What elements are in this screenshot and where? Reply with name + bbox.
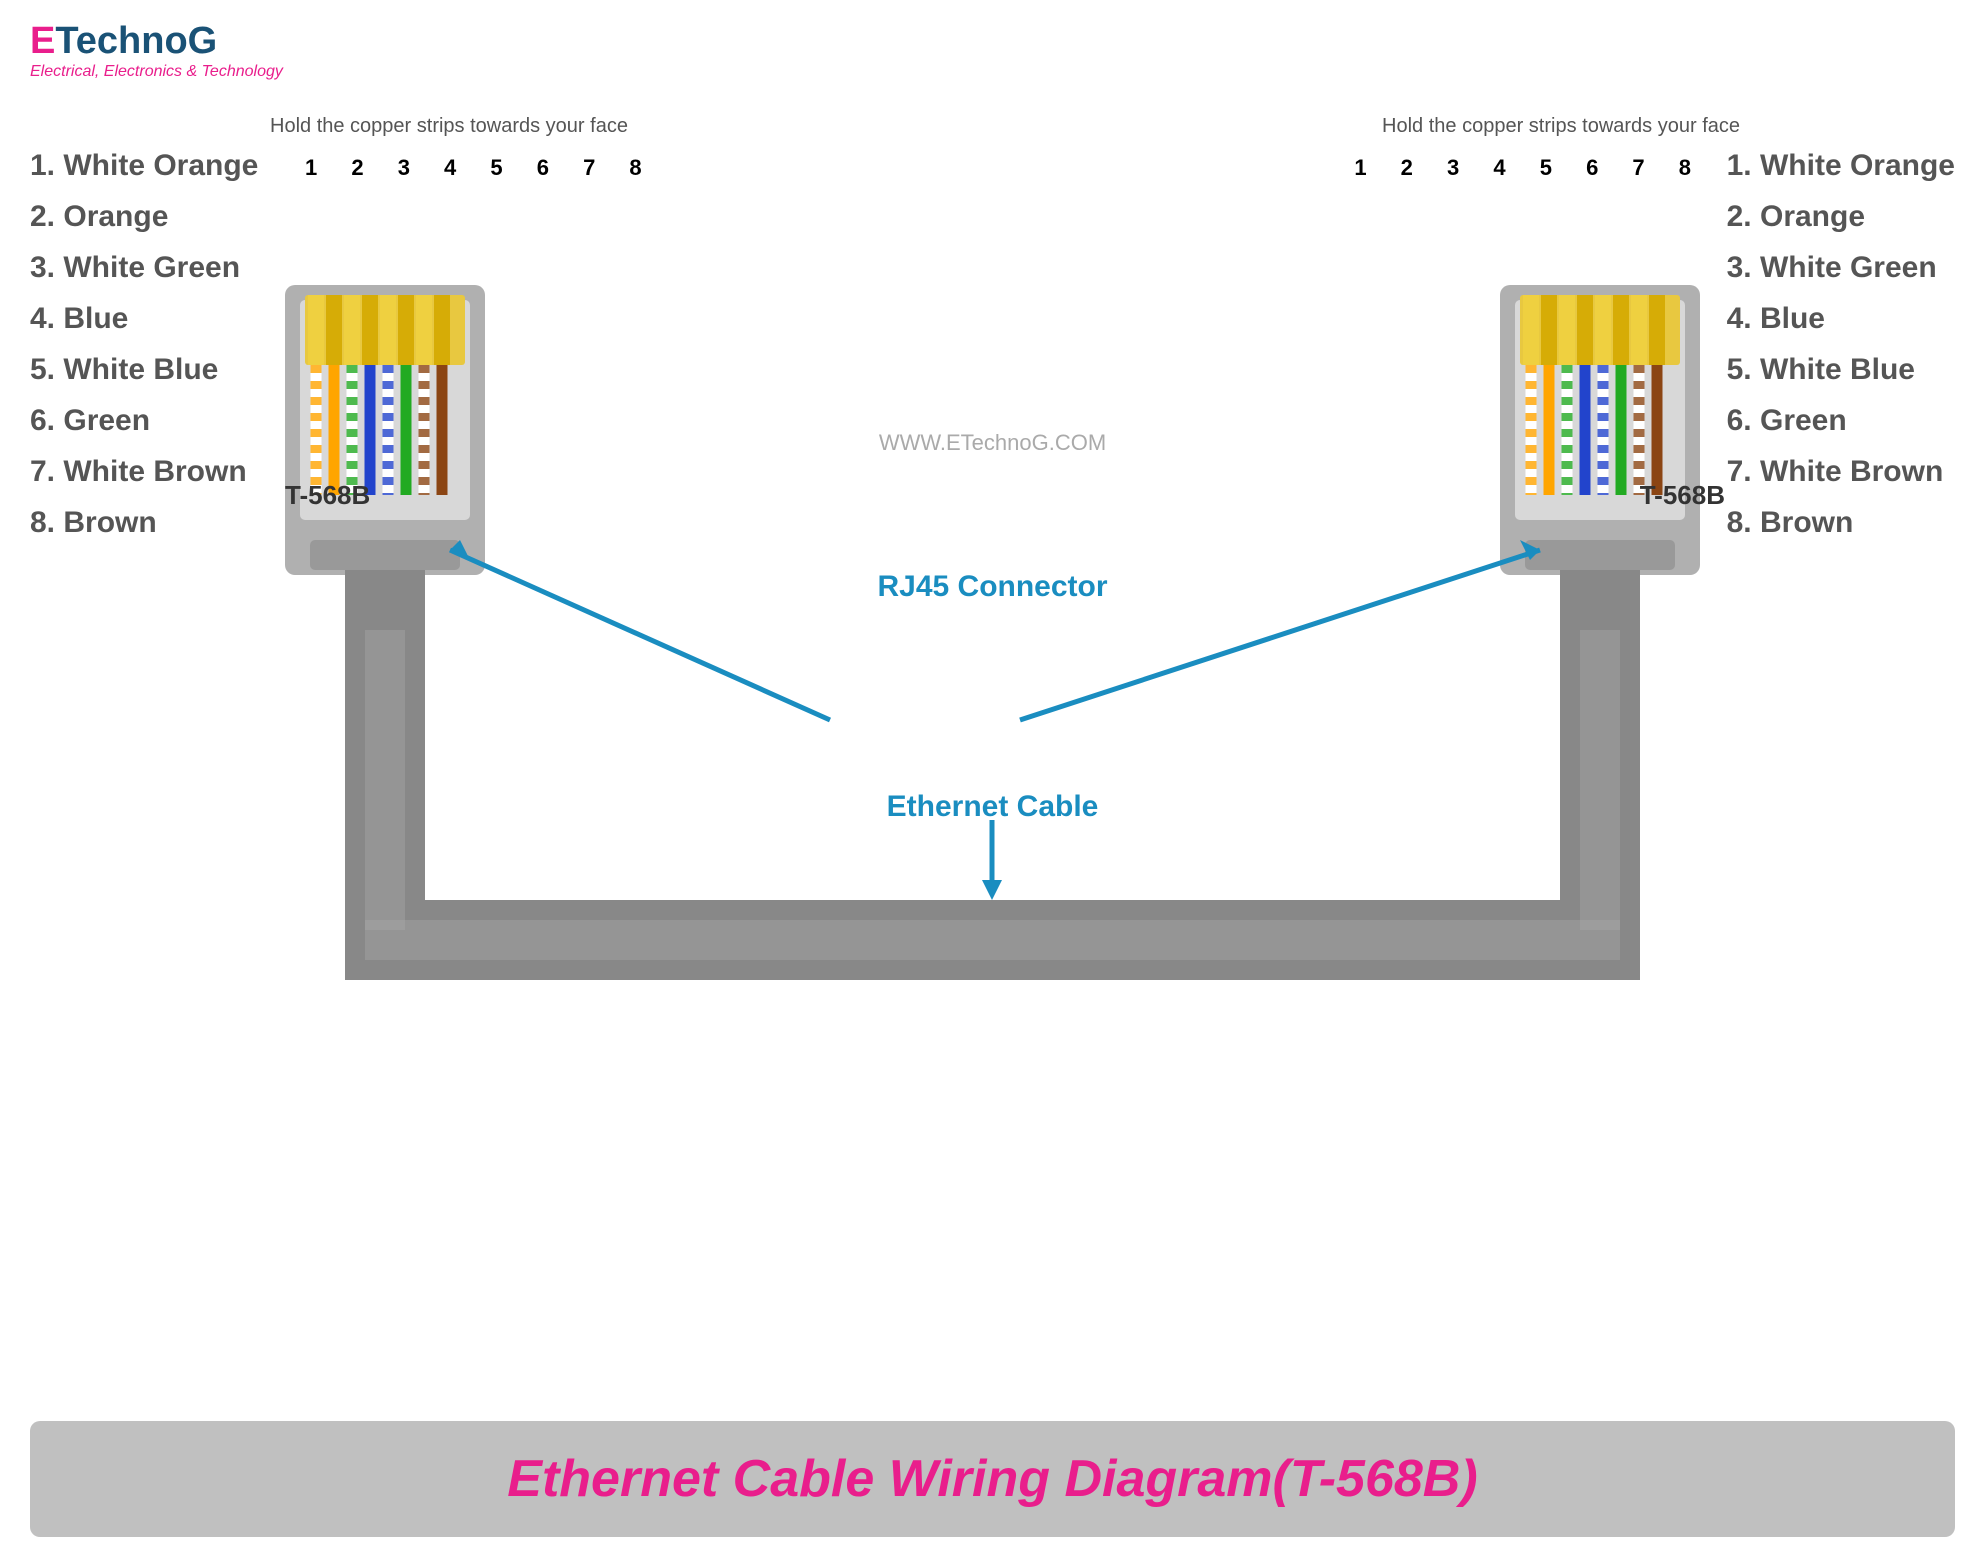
label-t568b-right: T-568B bbox=[1640, 480, 1725, 511]
rj45-connector-label: RJ45 Connector bbox=[877, 570, 1107, 604]
watermark: WWW.ETechnoG.COM bbox=[879, 430, 1106, 456]
logo: ETechnoG bbox=[30, 20, 283, 63]
logo-technog: TechnoG bbox=[55, 20, 217, 62]
logo-area: ETechnoG Electrical, Electronics & Techn… bbox=[30, 20, 283, 81]
diagram-svg bbox=[0, 100, 1985, 1000]
logo-tagline: Electrical, Electronics & Technology bbox=[30, 63, 283, 81]
label-t568b-left: T-568B bbox=[285, 480, 370, 511]
logo-e: E bbox=[30, 20, 55, 62]
ethernet-cable-label: Ethernet Cable bbox=[887, 790, 1099, 824]
bottom-banner-text: Ethernet Cable Wiring Diagram(T-568B) bbox=[30, 1449, 1955, 1509]
page: ETechnoG Electrical, Electronics & Techn… bbox=[0, 0, 1985, 1557]
bottom-banner: Ethernet Cable Wiring Diagram(T-568B) bbox=[30, 1421, 1955, 1537]
